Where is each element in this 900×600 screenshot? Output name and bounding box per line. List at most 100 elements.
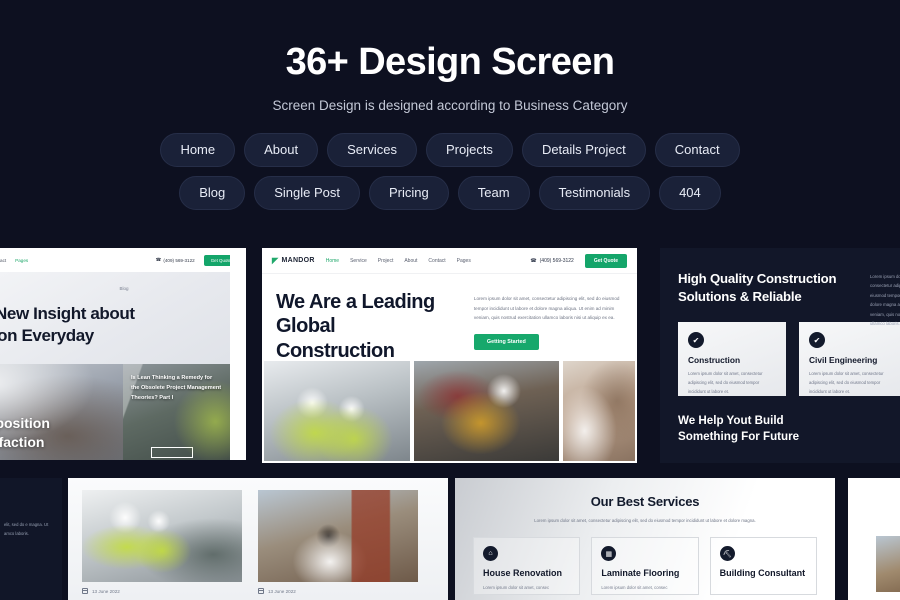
preview-blog-hero: Blog e You New Insight about struction E… (0, 272, 246, 364)
nav-pill-about[interactable]: About (244, 132, 319, 167)
nav-pill-services[interactable]: Services (327, 132, 417, 167)
preview-home-hero-right: Lorem ipsum dolor sit amet, consectetur … (473, 290, 623, 358)
preview-about-feature-cards: ✔ Construction Lorem ipsum dolor sit ame… (678, 322, 900, 397)
preview-blog-nav-contact[interactable]: Contact (0, 258, 6, 263)
preview-blog-image-handshake: lue Proposition of Satisfaction (0, 364, 123, 460)
logo-mark-icon: ◤ (272, 256, 279, 265)
preview-blog-post-meta: 13 June 2022 (258, 588, 418, 594)
hammer-icon: ⛏ (719, 546, 735, 562)
preview-card-home-page[interactable]: ◤ MANDOR Home Service Project About Cont… (262, 248, 637, 463)
preview-home-phone: ☎ (409) 569-3122 (530, 258, 573, 264)
preview-home-photo-blueprint (264, 361, 410, 461)
preview-home-heading-line1: We Are a Leading (276, 291, 435, 313)
preview-home-nav-about[interactable]: About (404, 258, 417, 264)
preview-card-right-stub[interactable] (848, 478, 900, 600)
preview-about-card-civil-engineering[interactable]: ✔ Civil Engineering Lorem ipsum dolor si… (799, 322, 900, 397)
preview-blog-post-meta: 13 June 2022 (82, 588, 242, 594)
nav-pill-single-post[interactable]: Single Post (254, 175, 360, 210)
preview-blog-nav-pages[interactable]: Pages (15, 258, 28, 263)
preview-about-card-title: Construction (688, 355, 741, 366)
preview-home-nav-project[interactable]: Project (378, 258, 394, 264)
preview-blog-navbar: Project About Contact Pages ☎ (409) 569-… (0, 248, 246, 272)
preview-blog-overlay-title: lue Proposition of Satisfaction (0, 414, 60, 452)
nav-pill-pricing[interactable]: Pricing (369, 175, 449, 210)
preview-card-left-stub[interactable]: elit, sed do e magna. Ut amco laboris. (0, 478, 62, 600)
preview-about-heading-line1: High Quality Construction (678, 271, 837, 286)
calendar-icon (258, 588, 264, 594)
preview-card-about-page[interactable]: High Quality Construction Solutions & Re… (660, 248, 900, 463)
floor-grid-icon: ▦ (601, 546, 617, 562)
nav-pill-home[interactable]: Home (160, 132, 236, 167)
preview-services-card-title: Laminate Flooring (601, 568, 680, 579)
list-item[interactable]: 13 June 2022 (82, 490, 242, 594)
page-title: 36+ Design Screen (285, 41, 615, 83)
preview-blog-post-date: 13 June 2022 (268, 588, 296, 594)
preview-row-bottom: elit, sed do e magna. Ut amco laboris. 1… (0, 478, 900, 600)
page-subtitle: Screen Design is designed according to B… (272, 97, 628, 113)
preview-about-card-text: Lorem ipsum dolor sit amet, consectetur … (688, 371, 763, 394)
nav-pill-blog[interactable]: Blog (179, 175, 246, 210)
check-icon: ✔ (688, 332, 704, 349)
preview-services-card-house-renovation[interactable]: ⌂ House Renovation Lorem ipsum dolor sit… (473, 537, 581, 596)
preview-left-stub-paragraph: elit, sed do e magna. Ut amco laboris. (4, 522, 49, 537)
nav-pill-details-project[interactable]: Details Project (521, 132, 646, 167)
preview-services-card-laminate-flooring[interactable]: ▦ Laminate Flooring Lorem ipsum dolor si… (591, 537, 699, 596)
preview-blog-phone-number: (409) 569-3122 (163, 257, 195, 263)
nav-pill-testimonials[interactable]: Testimonials (538, 175, 651, 210)
preview-home-nav-pages[interactable]: Pages (457, 258, 471, 264)
preview-about-subheading: We Help Yout Build Something For Future (678, 413, 900, 445)
preview-services-cards: ⌂ House Renovation Lorem ipsum dolor sit… (455, 525, 835, 596)
preview-blog-post-image-engineers (82, 490, 242, 582)
preview-blog-overlay-line1: lue Proposition (0, 415, 50, 432)
nav-pill-projects[interactable]: Projects (425, 132, 513, 167)
nav-pill-404[interactable]: 404 (659, 175, 721, 210)
nav-pill-contact[interactable]: Contact (654, 132, 740, 167)
preview-about-content: High Quality Construction Solutions & Re… (660, 248, 900, 445)
preview-about-card-title: Civil Engineering (809, 355, 878, 366)
preview-home-hero: We Are a Leading Global Construction Gro… (262, 274, 637, 386)
phone-icon: ☎ (530, 257, 537, 264)
preview-home-photo-site-worker (413, 361, 559, 461)
preview-blog-list-items: 13 June 2022 13 June 2022 (68, 478, 448, 594)
preview-blog-heading-line2: struction Everyday (0, 326, 94, 346)
preview-services-title: Our Best Services (590, 494, 700, 509)
preview-home-heading: We Are a Leading Global Construction Gro… (276, 290, 456, 386)
preview-home-getting-started-button[interactable]: Getting Started (473, 333, 539, 350)
preview-services-card-building-consultant[interactable]: ⛏ Building Consultant (709, 537, 817, 596)
preview-about-heading-line2: Solutions & Reliable (678, 288, 802, 304)
preview-row-middle: Project About Contact Pages ☎ (409) 569-… (0, 248, 900, 463)
preview-blog-post-date: 13 June 2022 (92, 588, 120, 594)
preview-home-nav-service[interactable]: Service (350, 258, 367, 264)
list-item[interactable]: 13 June 2022 (258, 490, 418, 594)
preview-services-card-title: Building Consultant (719, 568, 806, 579)
preview-services-card-text: Lorem ipsum dolor sit amet, consec (483, 584, 550, 590)
preview-about-heading: High Quality Construction Solutions & Re… (678, 270, 878, 305)
nav-row-1: Home About Services Projects Details Pro… (160, 132, 740, 167)
preview-blog-image-worker: Is Lean Thinking a Remedy for the Obsole… (123, 364, 246, 460)
preview-card-services-page[interactable]: Our Best Services Lorem ipsum dolor sit … (455, 478, 835, 600)
preview-card-blog-list[interactable]: 13 June 2022 13 June 2022 (68, 478, 448, 600)
phone-icon: ☎ (155, 257, 162, 262)
preview-blog-phone: ☎ (409) 569-3122 (156, 257, 195, 263)
preview-right-stub-image (876, 536, 900, 592)
preview-home-nav-contact[interactable]: Contact (428, 258, 445, 264)
house-icon: ⌂ (483, 546, 498, 562)
screen-nav: Home About Services Projects Details Pro… (0, 132, 900, 210)
preview-services-subtitle: Lorem ipsum dolor sit amet, consectetur … (534, 518, 756, 523)
preview-blog-post-image-architect (258, 490, 418, 582)
preview-home-get-quote-button[interactable]: Get Quote (584, 253, 627, 268)
preview-home-gallery (262, 361, 637, 463)
check-icon: ✔ (809, 332, 825, 349)
preview-services-card-title: House Renovation (483, 568, 563, 579)
preview-home-photo-hands-plan (563, 361, 635, 461)
preview-card-blog-page[interactable]: Project About Contact Pages ☎ (409) 569-… (0, 248, 246, 460)
preview-blog-side-strip (230, 248, 246, 460)
preview-blog-read-more-button[interactable] (151, 447, 193, 458)
preview-about-card-construction[interactable]: ✔ Construction Lorem ipsum dolor sit ame… (678, 322, 786, 397)
preview-home-nav-home[interactable]: Home (326, 258, 339, 264)
preview-home-logo[interactable]: ◤ MANDOR (272, 256, 315, 265)
nav-pill-team[interactable]: Team (457, 175, 530, 210)
preview-blog-tag: Blog (119, 286, 129, 291)
preview-about-subheading-line1: We Help Yout Build (678, 414, 784, 428)
preview-services-card-text: Lorem ipsum dolor sit amet, consec (601, 584, 668, 590)
